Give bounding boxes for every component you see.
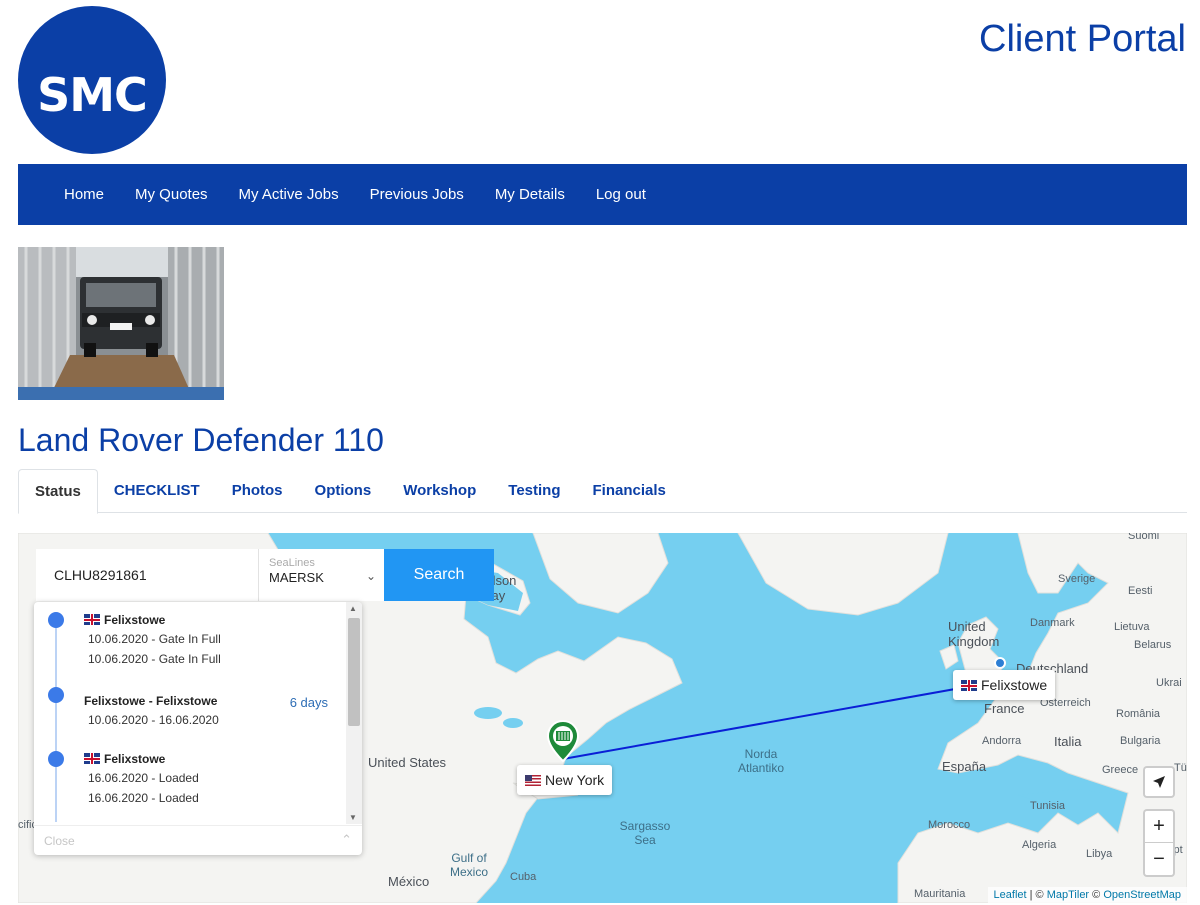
collapse-chevrons-icon[interactable]: ⌃ [341,832,352,848]
port-label-destination[interactable]: New York [517,765,613,795]
event-title-text: Felixstowe [104,752,166,766]
locate-arrow-icon[interactable] [1143,766,1175,798]
map-label-eesti: Eesti [1128,585,1153,597]
map-label-suomi: Suomi [1128,533,1160,542]
logo-text: SMC [37,68,148,122]
map-label-gulf-of-mexico: Gulf of Mexico [449,851,488,879]
map-label-united-kingdom: United Kingdom [948,619,1000,649]
zoom-controls: + − [1143,809,1175,877]
tab-financials[interactable]: Financials [577,469,682,512]
tab-status[interactable]: Status [18,469,98,514]
map-label-algeria: Algeria [1022,839,1057,851]
sealines-caption: SeaLines [269,557,315,569]
map-label-romania: România [1116,708,1161,720]
map-label-cuba: Cuba [510,871,537,883]
map-label-france: France [984,701,1025,716]
event-title: Felixstowe [84,752,165,766]
port-name: Felixstowe [981,677,1048,693]
map-label-lietuva: Lietuva [1114,621,1150,633]
timeline-dot [48,612,64,628]
container-ship-marker-icon[interactable] [546,719,580,763]
map-label-bulgaria: Bulgaria [1120,735,1161,747]
nav-home[interactable]: Home [64,186,104,203]
map-label-danmark: Danmark [1030,617,1075,629]
map-label-italia: Italia [1054,734,1082,749]
port-name: New York [545,772,605,788]
uk-flag-icon [961,680,977,691]
maptiler-link[interactable]: MapTiler [1047,889,1089,901]
map-label-andorra: Andorra [982,735,1022,747]
vehicle-title: Land Rover Defender 110 [18,422,384,458]
map-attribution: Leaflet | © MapTiler © OpenStreetMap [987,887,1187,903]
nav-my-details[interactable]: My Details [495,186,565,203]
map-label-morocco: Morocco [928,819,971,831]
panel-footer: Close ⌃ [34,825,362,855]
smc-logo[interactable]: SMC [18,6,166,154]
nav-previous-jobs[interactable]: Previous Jobs [370,186,464,203]
uk-flag-icon [84,753,100,764]
vehicle-photo[interactable] [18,247,224,400]
timeline-dot [48,751,64,767]
scrollbar-thumb[interactable] [348,618,360,726]
close-button[interactable]: Close [44,834,75,848]
leaflet-link[interactable]: Leaflet [994,889,1027,901]
zoom-out-button[interactable]: − [1145,843,1173,875]
map-label-sverige: Sverige [1058,573,1096,585]
chevron-down-icon: ⌄ [365,569,376,583]
tracking-events-panel: Felixstowe 10.06.2020 - Gate In Full 10.… [34,602,362,855]
main-nav: Home My Quotes My Active Jobs Previous J… [18,164,1187,225]
tab-photos[interactable]: Photos [216,469,299,512]
event-duration: 6 days [289,695,328,710]
map-label-mexico: México [388,874,430,889]
scroll-down-icon[interactable]: ▼ [349,813,357,822]
sealine-value: MAERSK [269,570,324,585]
event-line: 10.06.2020 - 16.06.2020 [88,713,219,727]
osm-link[interactable]: OpenStreetMap [1103,889,1181,901]
event-title: Felixstowe - Felixstowe [84,694,218,708]
event-title-text: Felixstowe [104,613,166,627]
container-search-bar: SeaLines MAERSK ⌄ Search [36,549,494,601]
search-button[interactable]: Search [384,549,494,601]
event-line: 16.06.2020 - Loaded [88,791,199,805]
zoom-in-button[interactable]: + [1145,811,1173,843]
map-label-belarus: Belarus [1134,639,1172,651]
map-label-norda-atlantiko: Norda Atlantiko [737,747,785,775]
map-label-espana: España [942,759,987,774]
tab-testing[interactable]: Testing [492,469,576,512]
tab-workshop[interactable]: Workshop [387,469,492,512]
timeline-line [55,616,57,822]
job-tabs: Status CHECKLIST Photos Options Workshop… [18,469,1187,514]
attribution-copy: © [1092,889,1101,901]
container-number-input[interactable] [36,549,258,601]
page-title: Client Portal [979,18,1186,60]
nav-my-quotes[interactable]: My Quotes [135,186,208,203]
panel-scrollbar[interactable]: ▲ ▼ [346,602,362,824]
tracking-map[interactable]: Hudson Bay United States Norda Atlantiko… [18,533,1187,903]
tab-checklist[interactable]: CHECKLIST [98,469,216,512]
nav-log-out[interactable]: Log out [596,186,646,203]
map-label-libya: Libya [1086,848,1113,860]
map-label-sargasso-sea: Sargasso Sea [619,819,671,847]
event-line: 10.06.2020 - Gate In Full [88,632,221,646]
sealine-select[interactable]: SeaLines MAERSK ⌄ [258,549,384,601]
event-line: 10.06.2020 - Gate In Full [88,652,221,666]
us-flag-icon [525,775,541,786]
tab-options[interactable]: Options [299,469,388,512]
scroll-up-icon[interactable]: ▲ [349,604,357,613]
port-label-origin[interactable]: Felixstowe [953,670,1056,700]
event-line: 16.06.2020 - Loaded [88,771,199,785]
map-label-turkey: Tü [1174,762,1187,774]
timeline-dot [48,687,64,703]
map-label-mauritania: Mauritania [914,888,966,900]
attribution-sep: | © [1029,889,1044,901]
map-label-ukraine: Ukrai [1156,677,1182,689]
uk-flag-icon [84,614,100,625]
event-title: Felixstowe [84,613,165,627]
map-label-united-states: United States [368,755,447,770]
map-label-tunisia: Tunisia [1030,800,1066,812]
nav-my-active-jobs[interactable]: My Active Jobs [239,186,339,203]
map-label-greece: Greece [1102,764,1139,776]
